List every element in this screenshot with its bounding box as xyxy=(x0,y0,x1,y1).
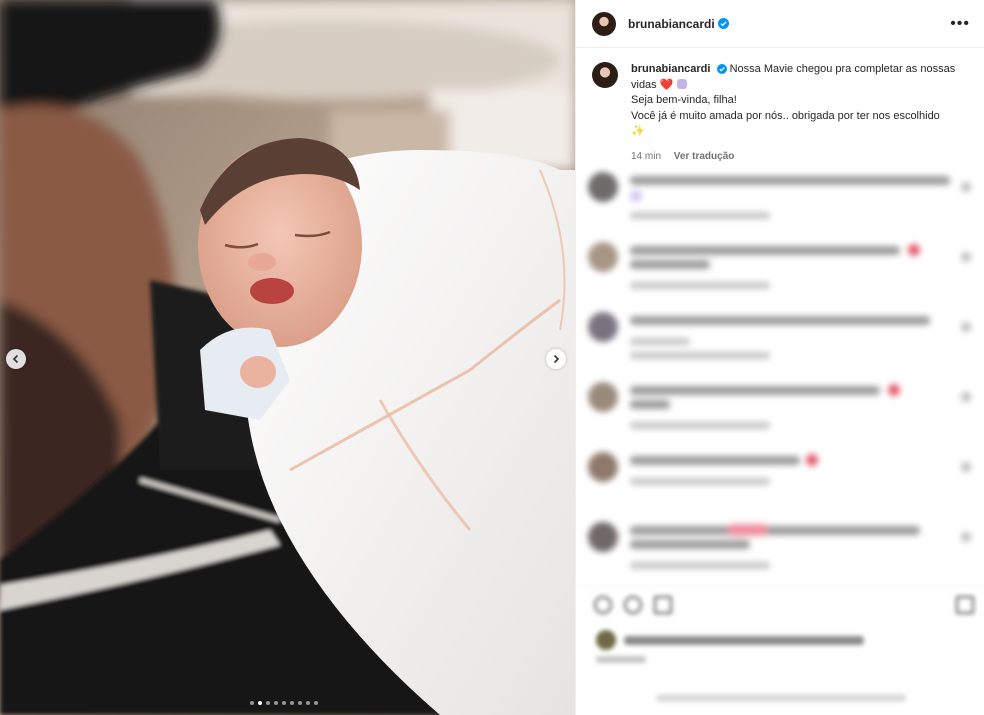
post-header: brunabiancardi ••• xyxy=(576,0,984,48)
list-item xyxy=(588,168,973,238)
carousel-dot xyxy=(266,701,270,705)
post-age xyxy=(596,656,646,663)
comments-list xyxy=(588,168,973,588)
avatar xyxy=(596,630,616,650)
like-icon[interactable] xyxy=(594,596,612,614)
list-item xyxy=(588,518,973,588)
share-icon[interactable] xyxy=(654,596,672,614)
sparkles-emoji: ✨ xyxy=(631,125,645,137)
verified-badge-icon xyxy=(716,64,727,74)
list-item xyxy=(588,308,973,378)
list-item xyxy=(588,238,973,308)
previous-slide-button[interactable] xyxy=(6,349,26,369)
carousel-dot xyxy=(274,701,278,705)
caption-text-line2: Seja bem-vinda, filha! xyxy=(631,94,737,106)
likes-summary xyxy=(624,636,864,645)
carousel-dot xyxy=(298,701,302,705)
caption-text-line3: Você já é muito amada por nós.. obrigada… xyxy=(631,109,940,122)
caption-username[interactable]: brunabiancardi xyxy=(631,63,710,75)
carousel-indicator xyxy=(250,701,318,705)
chevron-left-icon xyxy=(12,354,19,364)
next-slide-button[interactable] xyxy=(546,349,566,369)
heart-emoji: ❤️ xyxy=(659,78,674,91)
carousel-dot xyxy=(314,701,318,705)
comment-icon[interactable] xyxy=(624,596,642,614)
post-side-panel: brunabiancardi ••• brunabiancardi Nossa … xyxy=(575,0,984,715)
prayer-emoji-icon xyxy=(676,78,687,89)
see-translation-link[interactable]: Ver tradução xyxy=(674,151,735,162)
post-timestamp: 14 min xyxy=(631,150,662,162)
carousel-dot xyxy=(282,701,286,705)
carousel-dot xyxy=(306,701,310,705)
save-icon[interactable] xyxy=(956,596,974,614)
verified-badge-icon xyxy=(717,18,729,29)
more-options-button[interactable]: ••• xyxy=(950,15,970,33)
carousel-dot xyxy=(290,701,294,705)
caption-avatar[interactable] xyxy=(592,62,618,88)
post-media xyxy=(0,0,575,715)
post-actions xyxy=(576,585,984,715)
more-options-icon: ••• xyxy=(950,14,970,32)
username-link[interactable]: brunabiancardi xyxy=(628,17,715,31)
carousel-dot xyxy=(258,701,262,705)
carousel-dot xyxy=(250,701,254,705)
avatar[interactable] xyxy=(592,11,616,36)
add-comment-input[interactable] xyxy=(656,694,906,702)
post-photo xyxy=(0,0,575,715)
list-item xyxy=(588,378,973,448)
chevron-right-icon xyxy=(553,354,560,364)
list-item xyxy=(588,448,973,518)
post-caption: brunabiancardi Nossa Mavie chegou pra co… xyxy=(592,62,972,164)
